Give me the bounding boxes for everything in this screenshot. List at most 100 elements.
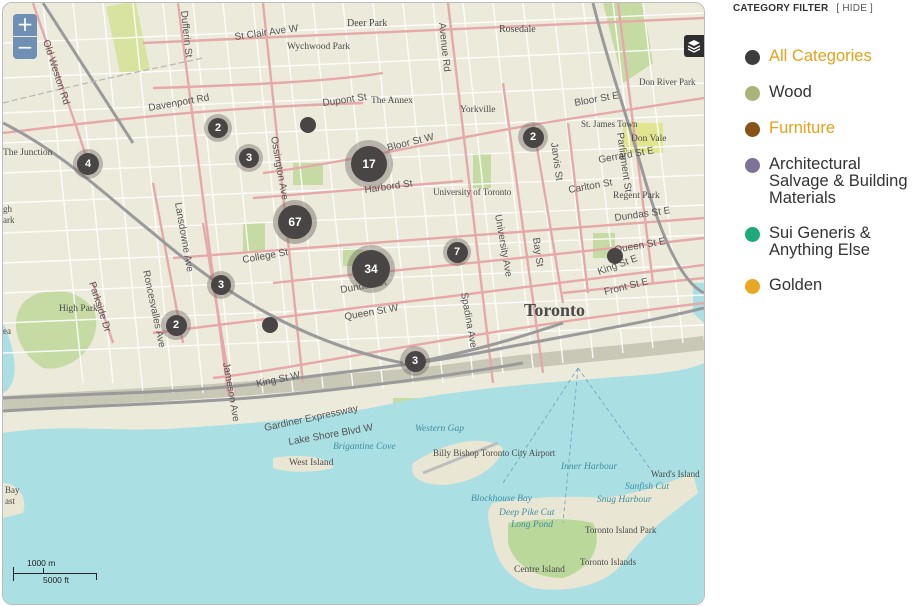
- street-carlton: Carlton St: [568, 177, 614, 196]
- label-high-park: High Park: [59, 304, 98, 314]
- label-deer-park: Deer Park: [347, 18, 387, 29]
- water-inner-harbour: Inner Harbour: [560, 462, 618, 472]
- filter-title: CATEGORY FILTER: [733, 3, 829, 14]
- street-davenport: Davenport Rd: [148, 92, 211, 114]
- map-view[interactable]: Deer Park Rosedale Wychwood Park The Ann…: [2, 2, 705, 605]
- zoom-in-button[interactable]: +: [13, 14, 37, 36]
- label-ea: ea: [3, 326, 11, 336]
- cluster-count: 2: [208, 118, 228, 138]
- street-dundas-e: Dundas St E: [614, 205, 671, 224]
- label-billy-bishop-airport: Billy Bishop Toronto City Airport: [433, 448, 556, 458]
- street-avenue: Avenue Rd: [436, 22, 452, 72]
- category-label: All Categories: [769, 47, 872, 65]
- label-centre-island: Centre Island: [514, 565, 565, 575]
- street-spadina: Spadina Ave: [458, 292, 479, 349]
- category-label: Wood: [769, 83, 812, 101]
- street-roncesvalles: Roncesvalles Ave: [140, 269, 167, 349]
- water-brigantine-cove: Brigantine Cove: [333, 442, 396, 452]
- label-toronto-island-park: Toronto Island Park: [585, 525, 657, 535]
- category-color-dot: [745, 279, 760, 294]
- category-label: Architectural Salvage & Building Materia…: [769, 155, 908, 207]
- map-cluster-marker[interactable]: 3: [207, 271, 235, 299]
- cluster-count: 2: [522, 126, 544, 148]
- category-furniture[interactable]: Furniture: [743, 120, 913, 137]
- street-jameson: Jameson Ave: [220, 362, 241, 423]
- label-west-island: West Island: [289, 458, 334, 468]
- label-bay: Bay: [5, 485, 20, 495]
- category-label: Sui Generis & Anything Else: [769, 224, 871, 259]
- map-cluster-marker[interactable]: 4: [73, 149, 103, 179]
- scale-imperial-label: 5000 ft: [43, 575, 69, 585]
- category-label: Golden: [769, 276, 823, 294]
- street-dufferin: Dufferin St: [178, 10, 194, 58]
- street-dupont: Dupont St: [322, 92, 368, 109]
- scale-metric-label: 1000 m: [27, 558, 56, 568]
- label-ark: ark: [3, 215, 15, 225]
- street-ossington: Ossington Ave: [268, 136, 290, 202]
- map-cluster-marker[interactable]: 67: [273, 200, 317, 244]
- label-the-annex: The Annex: [371, 96, 413, 106]
- label-wychwood-park: Wychwood Park: [287, 42, 350, 52]
- label-ast: ast: [5, 496, 15, 506]
- street-king-w: King St W: [255, 370, 301, 390]
- category-color-dot: [745, 86, 760, 101]
- label-don-river-park: Don River Park: [639, 77, 696, 87]
- label-st-james-town: St. James Town: [581, 119, 638, 129]
- map-marker[interactable]: [300, 117, 316, 133]
- category-golden[interactable]: Golden: [743, 277, 913, 294]
- layers-button[interactable]: [684, 35, 704, 57]
- street-queen-w: Queen St W: [344, 303, 400, 323]
- cluster-count: 67: [278, 205, 312, 239]
- label-toronto: Toronto: [524, 300, 585, 320]
- street-st-clair: St Clair Ave W: [234, 23, 300, 43]
- water-sunfish-cut: Sunfish Cut: [625, 481, 669, 492]
- map-cluster-marker[interactable]: 7: [443, 238, 471, 266]
- map-cluster-marker[interactable]: 3: [400, 346, 430, 376]
- layers-icon: [687, 40, 701, 53]
- map-labels: Deer Park Rosedale Wychwood Park The Ann…: [3, 10, 700, 575]
- category-all[interactable]: All Categories: [743, 48, 913, 65]
- label-wards-island: Ward's Island: [651, 469, 700, 479]
- cluster-count: 4: [77, 153, 99, 175]
- cluster-count: 34: [352, 250, 390, 288]
- category-label: Furniture: [769, 119, 836, 137]
- filter-header: CATEGORY FILTER [ HIDE ]: [733, 3, 873, 14]
- category-color-dot: [745, 122, 760, 137]
- street-bloor-e: Bloor St E: [574, 90, 621, 109]
- cluster-count: 17: [351, 146, 387, 182]
- scale-bar: 1000 m 5000 ft: [13, 558, 97, 586]
- category-color-dot: [745, 227, 760, 242]
- category-filter-panel: CATEGORY FILTER [ HIDE ] All Categories W…: [733, 0, 921, 606]
- street-old-weston: Old Weston Rd: [40, 39, 71, 107]
- water-long-pond: Long Pond: [510, 520, 553, 530]
- hide-filter-link[interactable]: [ HIDE ]: [836, 3, 873, 14]
- street-university: University Ave: [492, 214, 514, 279]
- map-cluster-marker[interactable]: 17: [345, 140, 393, 188]
- map-marker[interactable]: [607, 248, 623, 264]
- map-cluster-marker[interactable]: 2: [204, 114, 232, 142]
- label-don-vale: Don Vale: [631, 134, 666, 144]
- map-marker[interactable]: [262, 317, 278, 333]
- category-sui-generis[interactable]: Sui Generis & Anything Else: [743, 225, 893, 259]
- street-lansdowne: Lansdowne Ave: [172, 202, 195, 274]
- cluster-count: 7: [446, 241, 468, 263]
- category-color-dot: [745, 158, 760, 173]
- category-wood[interactable]: Wood: [743, 84, 913, 101]
- street-front-e: Front St E: [603, 276, 650, 298]
- map-cluster-marker[interactable]: 2: [518, 122, 548, 152]
- map-cluster-marker[interactable]: 34: [347, 245, 395, 293]
- map-cluster-marker[interactable]: 2: [161, 310, 191, 340]
- street-jarvis: Jarvis St: [548, 142, 564, 182]
- label-rosedale: Rosedale: [499, 24, 536, 35]
- map-cluster-marker[interactable]: 3: [235, 144, 263, 172]
- water-western-gap: Western Gap: [415, 424, 464, 434]
- category-architectural-salvage[interactable]: Architectural Salvage & Building Materia…: [743, 156, 921, 207]
- label-gh: gh: [3, 204, 13, 214]
- label-yorkville: Yorkville: [460, 105, 495, 115]
- cluster-count: 3: [404, 350, 426, 372]
- water-deep-pike-cut: Deep Pike Cut: [498, 508, 555, 518]
- water-snug-harbour: Snug Harbour: [597, 495, 652, 505]
- label-university-of-toronto: University of Toronto: [433, 187, 512, 197]
- zoom-out-button[interactable]: −: [13, 37, 37, 59]
- label-regent-park: Regent Park: [613, 191, 660, 201]
